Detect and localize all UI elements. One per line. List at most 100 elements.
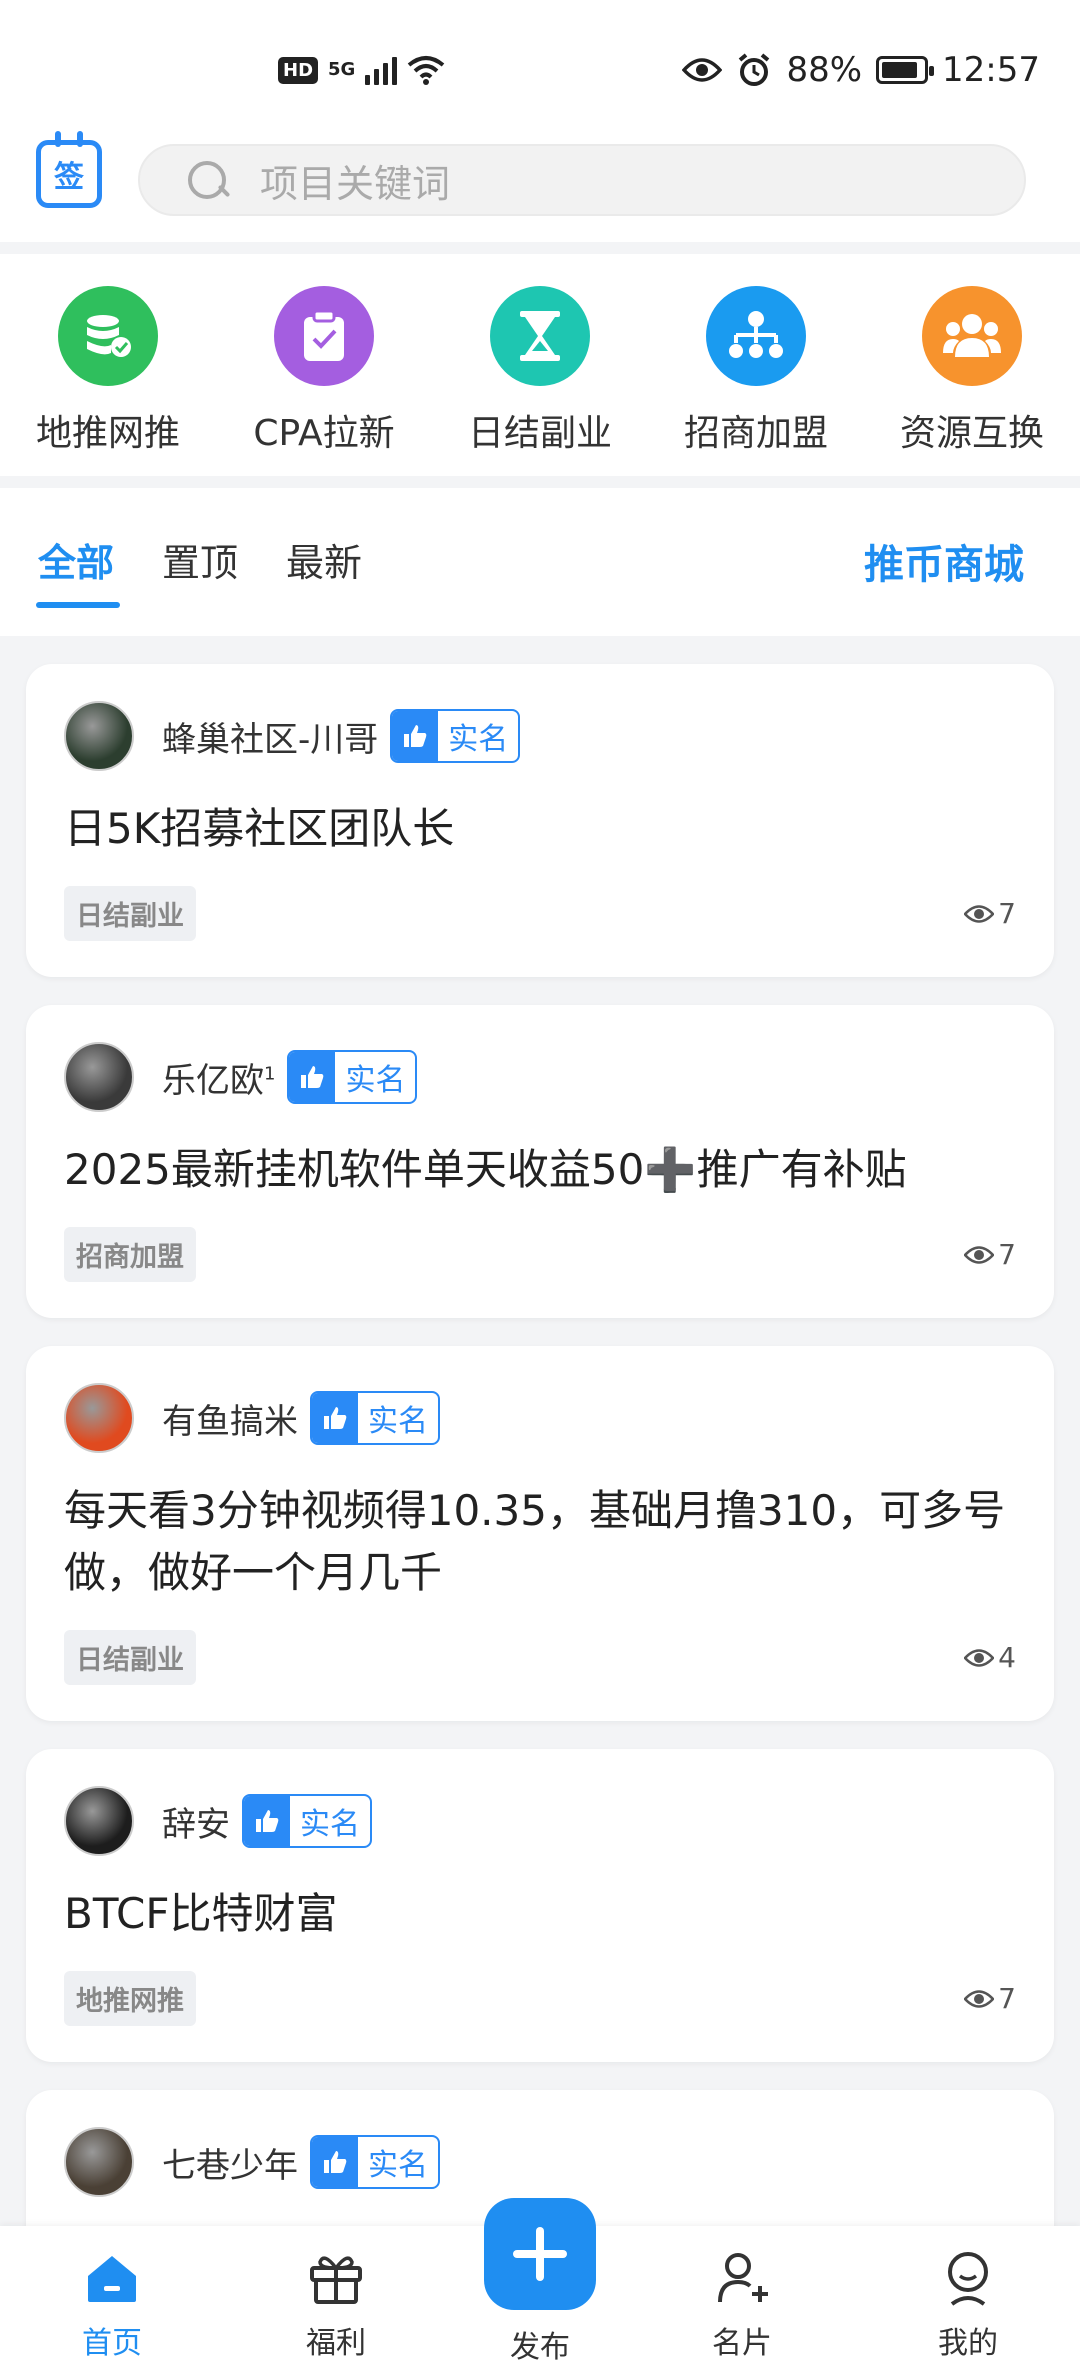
verified-badge: 实名: [242, 1794, 372, 1848]
author-row: 乐亿欧1 实名: [64, 1041, 1016, 1113]
author-row: 辞安 实名: [64, 1785, 1016, 1857]
nav-card[interactable]: 名片: [682, 2248, 802, 2362]
tab-all[interactable]: 全部: [38, 532, 114, 587]
eye-comfort-icon: [682, 58, 723, 82]
sign-in-calendar-icon[interactable]: 签: [36, 131, 102, 208]
nav-label: 福利: [306, 2326, 366, 2361]
verified-label: 实名: [368, 1404, 428, 1439]
author-name-text: 乐亿欧: [162, 1060, 264, 1101]
thumbs-up-icon: [312, 2137, 358, 2187]
clock: 12:57: [942, 50, 1040, 90]
search-placeholder: 项目关键词: [260, 161, 451, 206]
author-name[interactable]: 辞安: [162, 1797, 230, 1846]
author-name[interactable]: 七巷少年: [162, 2138, 298, 2187]
avatar[interactable]: [64, 2127, 134, 2197]
post-card[interactable]: 蜂巢社区-川哥 实名 日5K招募社区团队长 日结副业 7: [26, 664, 1054, 977]
view-count: 7: [964, 1238, 1016, 1271]
home-icon: [88, 2256, 136, 2302]
publish-button[interactable]: [484, 2198, 596, 2310]
search-input[interactable]: 项目关键词: [138, 144, 1026, 216]
category-tag[interactable]: 日结副业: [64, 1630, 196, 1685]
tab-pinned[interactable]: 置顶: [162, 532, 238, 587]
category-label: 地推网推: [35, 413, 180, 454]
gift-icon: [310, 2256, 362, 2304]
thumbs-up-icon: [392, 711, 439, 761]
verified-label: 实名: [368, 2148, 428, 2183]
post-title[interactable]: 每天看3分钟视频得10.35，基础月撸310，可多号做，做好一个月几千: [64, 1480, 1016, 1604]
post-title[interactable]: BTCF比特财富: [64, 1883, 1016, 1945]
verified-label: 实名: [345, 1063, 406, 1098]
post-title[interactable]: 2025最新挂机软件单天收益50➕推广有补贴: [64, 1139, 1016, 1201]
verified-label: 实名: [300, 1807, 360, 1842]
avatar[interactable]: [64, 1042, 134, 1112]
category-grid: 地推网推 CPA拉新 日结副业 招商加盟 资源互换: [0, 254, 1080, 476]
people-icon: [922, 286, 1022, 386]
eye-icon: [964, 1245, 995, 1264]
category-tag[interactable]: 地推网推: [64, 1971, 196, 2026]
view-count: 7: [964, 897, 1016, 930]
nav-label: 首页: [82, 2326, 142, 2361]
add-user-icon: [718, 2253, 768, 2303]
author-superscript: 1: [264, 1063, 276, 1085]
nav-welfare[interactable]: 福利: [276, 2248, 396, 2362]
alarm-icon: [739, 53, 770, 86]
verified-badge: 实名: [287, 1050, 418, 1104]
post-card[interactable]: 辞安 实名 BTCF比特财富 地推网推 7: [26, 1749, 1054, 2062]
author-name[interactable]: 蜂巢社区-川哥: [162, 712, 378, 761]
post-title[interactable]: 日5K招募社区团队长: [64, 798, 1016, 860]
view-count: 4: [964, 1641, 1016, 1674]
post-card[interactable]: 乐亿欧1 实名 2025最新挂机软件单天收益50➕推广有补贴 招商加盟 7: [26, 1005, 1054, 1318]
verified-badge: 实名: [310, 1391, 440, 1445]
clipboard-check-icon: [274, 286, 374, 386]
verified-badge: 实名: [390, 709, 521, 763]
tab-active-indicator: [36, 602, 120, 608]
nav-mine[interactable]: 我的: [908, 2248, 1028, 2362]
eye-icon: [964, 904, 995, 923]
plus-icon: [513, 2227, 567, 2281]
network-type: 5G: [328, 59, 356, 80]
author-row: 七巷少年 实名: [64, 2126, 1016, 2198]
coin-mall-link[interactable]: 推币商城: [864, 532, 1024, 590]
category-label: 日结副业: [467, 413, 612, 454]
author-row: 有鱼搞米 实名: [64, 1382, 1016, 1454]
post-feed[interactable]: 蜂巢社区-川哥 实名 日5K招募社区团队长 日结副业 7 乐亿欧1 实名 202…: [0, 636, 1080, 2226]
nav-label: 我的: [938, 2326, 998, 2361]
category-cpa[interactable]: CPA拉新: [216, 254, 432, 476]
category-tag[interactable]: 招商加盟: [64, 1227, 196, 1282]
thumbs-up-icon: [289, 1052, 336, 1102]
status-left: HD 5G: [278, 55, 445, 85]
author-name[interactable]: 乐亿欧1: [162, 1053, 275, 1102]
category-rijie[interactable]: 日结副业: [432, 254, 648, 476]
post-meta: 地推网推 7: [64, 1971, 1016, 2026]
eye-icon: [964, 1989, 995, 2008]
battery-percent: 88%: [786, 50, 863, 90]
post-card[interactable]: 有鱼搞米 实名 每天看3分钟视频得10.35，基础月撸310，可多号做，做好一个…: [26, 1346, 1054, 1721]
database-icon: [58, 286, 158, 386]
category-label: 资源互换: [899, 413, 1044, 454]
bottom-nav: 首页 福利 发布 名片 我的: [0, 2198, 1080, 2376]
view-count-value: 4: [998, 1641, 1016, 1674]
author-row: 蜂巢社区-川哥 实名: [64, 700, 1016, 772]
hd-badge: HD: [278, 56, 319, 84]
avatar[interactable]: [64, 1383, 134, 1453]
category-zhaoshang[interactable]: 招商加盟: [648, 254, 864, 476]
category-ditui[interactable]: 地推网推: [0, 254, 216, 476]
avatar[interactable]: [64, 1786, 134, 1856]
header: 签 项目关键词: [0, 130, 1080, 242]
thumbs-up-icon: [244, 1796, 290, 1846]
category-ziyuan[interactable]: 资源互换: [864, 254, 1080, 476]
author-name[interactable]: 有鱼搞米: [162, 1394, 298, 1443]
post-meta: 日结副业 4: [64, 1630, 1016, 1685]
view-count-value: 7: [998, 1982, 1016, 2015]
feed-tabs: 全部 置顶 最新 推币商城: [0, 488, 1080, 636]
verified-badge: 实名: [310, 2135, 440, 2189]
category-tag[interactable]: 日结副业: [64, 886, 196, 941]
status-bar: HD 5G 88% 12:57: [0, 0, 1080, 130]
search-icon: [184, 157, 230, 203]
signal-icon: [365, 55, 398, 85]
verified-label: 实名: [448, 722, 509, 757]
avatar[interactable]: [64, 701, 134, 771]
publish-label[interactable]: 发布: [484, 2322, 596, 2366]
tab-latest[interactable]: 最新: [286, 532, 362, 587]
nav-home[interactable]: 首页: [52, 2248, 172, 2362]
